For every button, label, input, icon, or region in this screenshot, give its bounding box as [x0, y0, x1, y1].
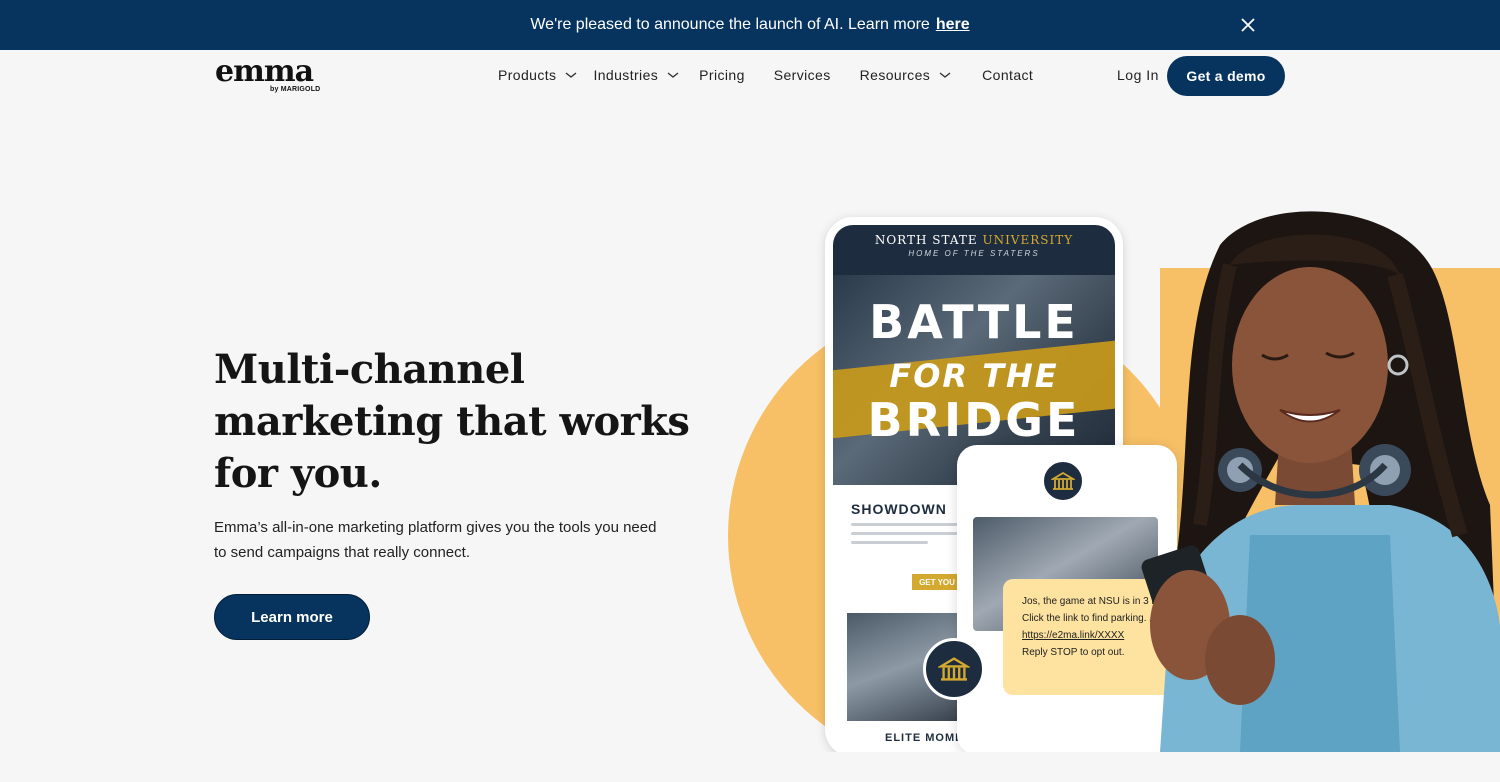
nav-item-label: Pricing: [699, 67, 745, 83]
chevron-down-icon: [667, 72, 679, 78]
banner-line-1: BATTLE: [869, 295, 1079, 349]
nav-item-services[interactable]: Services: [774, 67, 831, 83]
nav-item-products[interactable]: Products: [498, 67, 577, 83]
logo-wordmark: emma: [215, 54, 314, 89]
nav-menu: Products Industries Pricing Services Res…: [498, 67, 1033, 83]
university-name: NORTH STATE UNIVERSITY: [833, 225, 1115, 247]
hero-title: Multi-channel marketing that works for y…: [214, 346, 690, 497]
banner-line-2: FOR THE: [889, 357, 1059, 395]
logo-byline: by MARIGOLD: [270, 86, 321, 93]
university-tagline: HOME OF THE STATERS: [908, 249, 1040, 258]
nav-item-industries[interactable]: Industries: [593, 67, 679, 83]
hero-illustration: NORTH STATE UNIVERSITY HOME OF THE STATE…: [720, 205, 1500, 752]
nav-item-resources[interactable]: Resources: [860, 67, 952, 83]
chevron-down-icon: [566, 72, 577, 78]
nav-item-label: Products: [498, 67, 557, 83]
close-icon[interactable]: [1238, 15, 1258, 35]
emma-logo[interactable]: emma by MARIGOLD: [215, 54, 330, 95]
learn-more-button[interactable]: Learn more: [214, 594, 370, 640]
email-header: NORTH STATE UNIVERSITY HOME OF THE STATE…: [833, 225, 1115, 275]
announcement-bar: We're pleased to announce the launch of …: [0, 0, 1500, 50]
nav-item-label: Industries: [593, 67, 659, 83]
woman-with-phone-illustration: [1141, 211, 1500, 752]
nav-item-label: Services: [773, 67, 831, 83]
university-badge-large-icon: [923, 638, 985, 700]
hero-subtitle: Emma’s all-in-one marketing platform giv…: [214, 519, 657, 561]
email-body-lines: [851, 523, 961, 550]
get-demo-button[interactable]: Get a demo: [1167, 56, 1285, 96]
nav-item-label: Contact: [982, 67, 1034, 83]
nav-item-label: Resources: [859, 67, 931, 83]
email-get-button: GET YOU: [912, 574, 962, 590]
university-badge-icon: [1041, 459, 1085, 503]
university-name-suffix: UNIVERSITY: [982, 233, 1074, 247]
elite-heading: ELITE MOME: [885, 732, 964, 744]
announcement-text: We're pleased to announce the launch of …: [530, 16, 930, 33]
main-nav: emma by MARIGOLD Products Industries Pri…: [0, 50, 1500, 102]
university-name-main: NORTH STATE: [874, 233, 978, 247]
chevron-down-icon: [939, 72, 951, 78]
nav-item-contact[interactable]: Contact: [982, 67, 1033, 83]
showdown-heading: SHOWDOWN: [851, 501, 947, 517]
banner-line-3: BRIDGE: [867, 393, 1081, 447]
announcement-link[interactable]: here: [936, 16, 970, 34]
login-link[interactable]: Log In: [1117, 67, 1159, 83]
nav-item-pricing[interactable]: Pricing: [699, 67, 745, 83]
